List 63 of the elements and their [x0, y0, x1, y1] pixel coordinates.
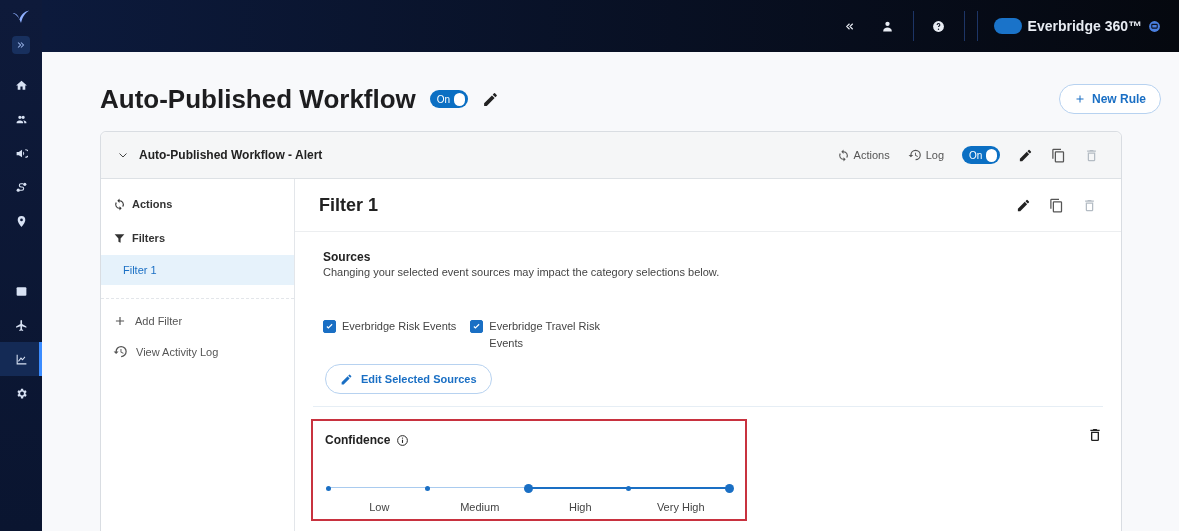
filter-title: Filter 1	[319, 194, 379, 216]
sync-icon	[113, 197, 126, 211]
copy-icon	[1051, 147, 1066, 163]
plus-icon	[1074, 93, 1086, 105]
help-icon	[932, 19, 946, 33]
trash-icon	[1084, 147, 1099, 163]
expand-button[interactable]	[12, 36, 30, 54]
copy-button[interactable]	[1049, 197, 1064, 213]
chat-icon	[1148, 19, 1161, 33]
megaphone-icon	[14, 146, 28, 160]
filter-icon	[113, 231, 126, 245]
double-chevron-icon	[16, 40, 26, 50]
edit-button[interactable]	[1016, 197, 1031, 213]
log-link[interactable]: Log	[907, 148, 944, 162]
edit-button[interactable]	[1018, 147, 1033, 163]
checkbox-label: Everbridge Travel Risk Events	[489, 319, 601, 351]
slider-label: Medium	[460, 501, 500, 513]
airplane-icon	[14, 318, 28, 332]
rule-title: Auto-Published Workflow - Alert	[139, 148, 323, 162]
sources-note: Changing your selected event sources may impact the category selections below.	[323, 266, 721, 278]
filters-heading: Filters	[132, 232, 165, 244]
filter-item[interactable]: Filter 1	[101, 255, 294, 285]
confidence-heading: Confidence	[325, 433, 391, 447]
pencil-icon	[1018, 147, 1033, 163]
confidence-slider[interactable]	[329, 483, 731, 493]
actions-heading: Actions	[132, 198, 173, 210]
info-icon	[396, 433, 410, 447]
slider-label: High	[568, 501, 592, 513]
pencil-icon	[1016, 197, 1031, 213]
home-icon	[14, 78, 28, 92]
check-icon	[325, 322, 334, 331]
checkbox[interactable]	[323, 320, 336, 333]
chart-icon	[14, 352, 28, 366]
pencil-icon	[340, 372, 353, 386]
edit-sources-button[interactable]: Edit Selected Sources	[325, 364, 492, 394]
slider-label: Very High	[656, 501, 705, 513]
report-icon	[14, 284, 28, 298]
copy-icon	[1049, 197, 1064, 213]
checkbox[interactable]	[470, 320, 484, 333]
workflow-toggle[interactable]: On	[429, 90, 468, 108]
pencil-icon	[481, 90, 499, 108]
delete-button[interactable]	[1087, 427, 1103, 443]
product-toggle[interactable]	[993, 18, 1022, 34]
new-rule-button[interactable]: New Rule	[1059, 84, 1161, 114]
product-name: Everbridge 360™	[1027, 18, 1142, 34]
copy-button[interactable]	[1051, 147, 1066, 163]
activity-log-link[interactable]: View Activity Log	[101, 336, 294, 367]
user-icon	[881, 19, 895, 33]
check-icon	[472, 322, 482, 331]
checkbox-label: Everbridge Risk Events	[342, 319, 457, 334]
sync-icon	[836, 148, 850, 162]
route-icon	[14, 180, 28, 194]
edit-title-button[interactable]	[481, 90, 499, 108]
sources-heading: Sources	[323, 250, 372, 264]
trash-icon	[1082, 197, 1097, 213]
slider-label: Low	[369, 501, 390, 513]
page-title: Auto-Published Workflow	[100, 83, 416, 115]
history-icon	[113, 344, 128, 359]
add-filter-link[interactable]: Add Filter	[101, 305, 294, 336]
trash-icon	[1087, 427, 1103, 443]
rule-toggle[interactable]: On	[962, 146, 1000, 164]
actions-link[interactable]: Actions	[836, 148, 890, 162]
history-icon	[907, 148, 922, 162]
